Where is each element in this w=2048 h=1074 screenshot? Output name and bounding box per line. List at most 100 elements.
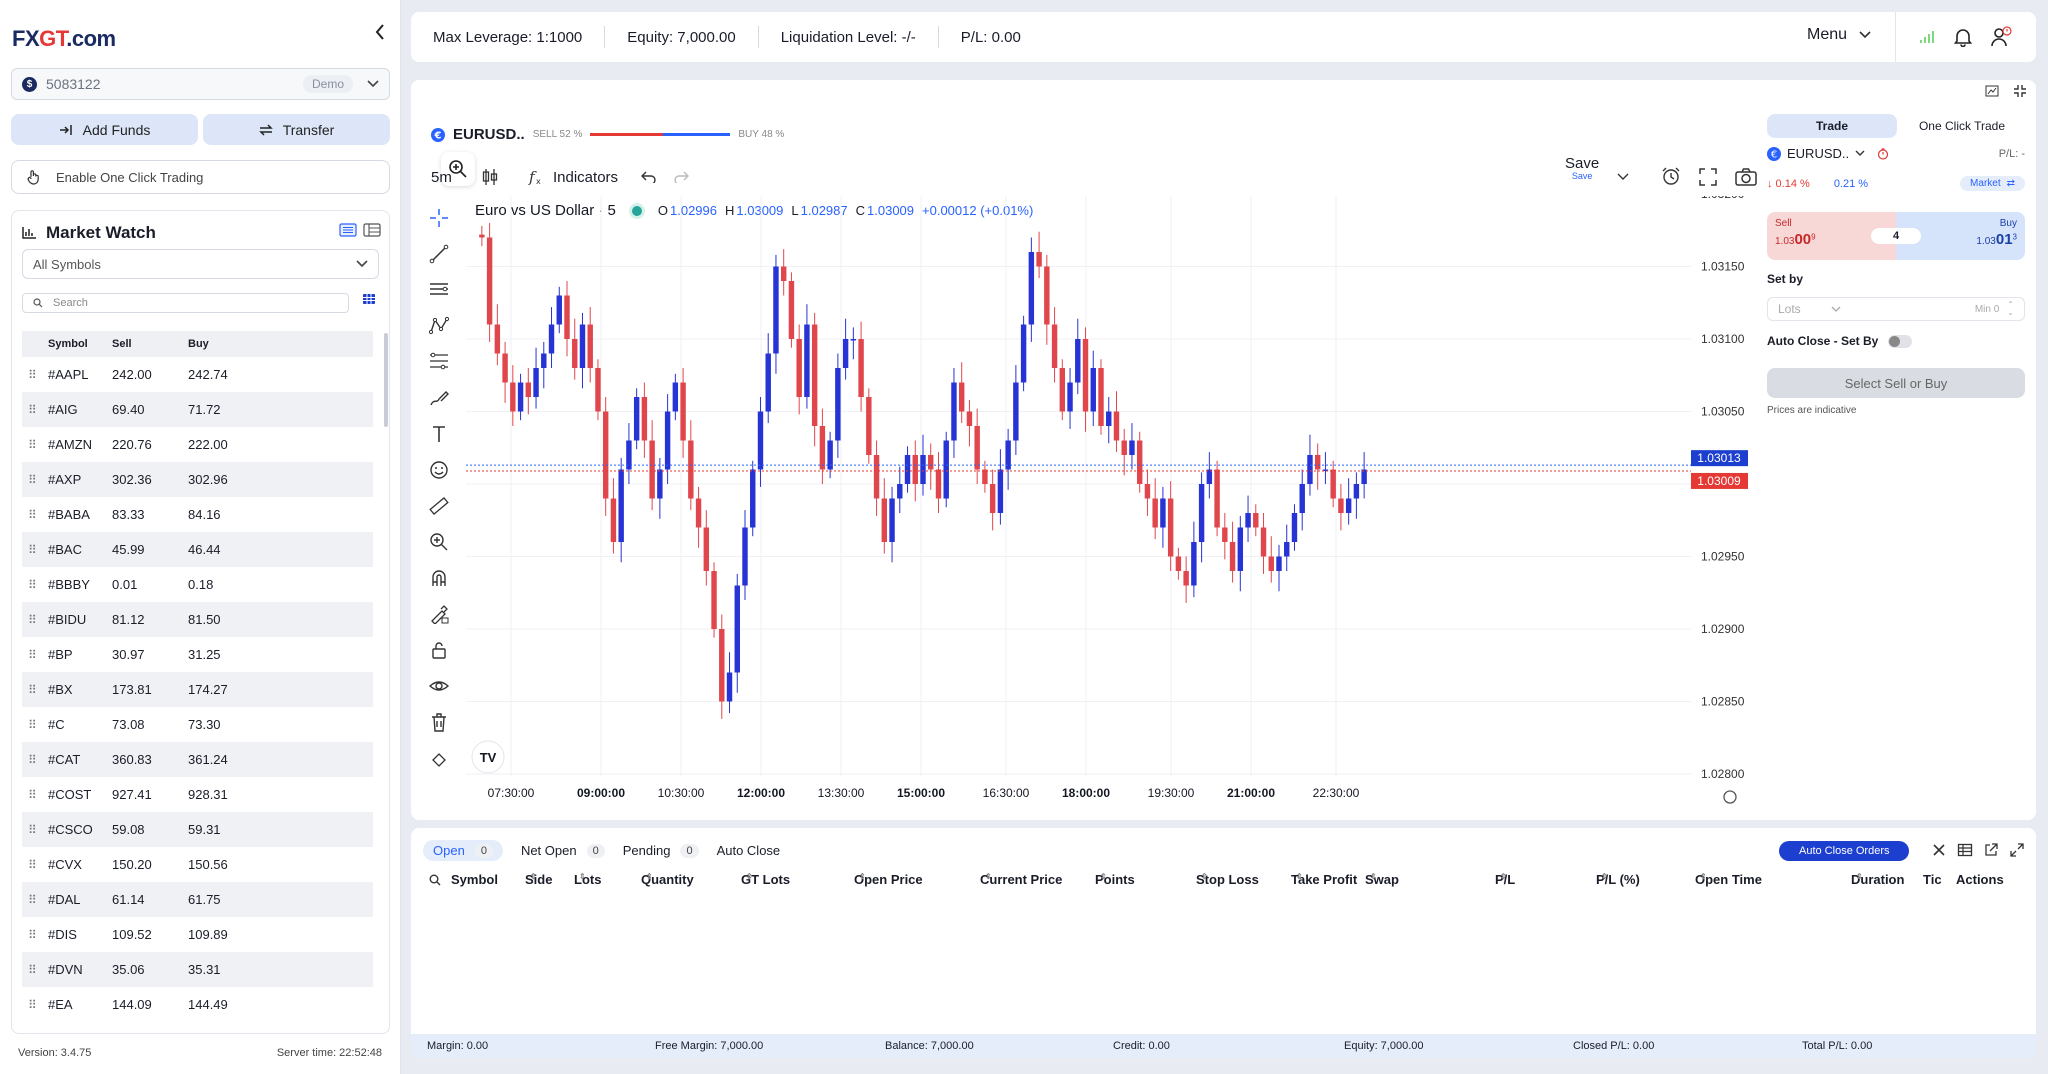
row-sell[interactable]: 45.99: [112, 542, 145, 557]
fib-icon[interactable]: [421, 344, 457, 380]
interval-selector[interactable]: 5m: [431, 169, 452, 186]
one-click-trading-toggle[interactable]: Enable One Click Trading: [11, 160, 390, 194]
row-sell[interactable]: 302.36: [112, 472, 152, 487]
drag-handle-icon[interactable]: ⠿: [22, 753, 46, 767]
fullscreen-icon[interactable]: [1699, 168, 1717, 186]
chart-symbol[interactable]: EURUSD..: [453, 126, 525, 143]
row-sell[interactable]: 173.81: [112, 682, 152, 697]
pattern-icon[interactable]: [421, 308, 457, 344]
row-sell[interactable]: 59.08: [112, 822, 145, 837]
row-sell[interactable]: 30.97: [112, 647, 145, 662]
chevron-down-icon[interactable]: [1617, 173, 1629, 181]
market-watch-row[interactable]: ⠿ #AIG 69.40 71.72: [22, 392, 373, 427]
drag-handle-icon[interactable]: ⠿: [22, 438, 46, 452]
symbol-filter-select[interactable]: All Symbols: [22, 249, 379, 279]
select-sell-or-buy-button[interactable]: Select Sell or Buy: [1767, 368, 2025, 398]
market-watch-row[interactable]: ⠿ #BIDU 81.12 81.50: [22, 602, 373, 637]
row-buy[interactable]: 84.16: [188, 507, 221, 522]
indicators-button[interactable]: f x Indicators: [527, 168, 618, 186]
market-watch-row[interactable]: ⠿ #CSCO 59.08 59.31: [22, 812, 373, 847]
row-sell[interactable]: 69.40: [112, 402, 145, 417]
row-buy[interactable]: 59.31: [188, 822, 221, 837]
drag-handle-icon[interactable]: ⠿: [22, 998, 46, 1012]
market-watch-row[interactable]: ⠿ #DAL 61.14 61.75: [22, 882, 373, 917]
market-watch-row[interactable]: ⠿ #AMZN 220.76 222.00: [22, 427, 373, 462]
candle-type-icon[interactable]: [481, 168, 499, 186]
row-buy[interactable]: 31.25: [188, 647, 221, 662]
tab-one-click-trade[interactable]: One Click Trade: [1897, 114, 2027, 138]
card-view-icon[interactable]: [363, 223, 381, 237]
lock-drawing-icon[interactable]: [421, 596, 457, 632]
row-sell[interactable]: 83.33: [112, 507, 145, 522]
row-sell[interactable]: 109.52: [112, 927, 152, 942]
drag-handle-icon[interactable]: ⠿: [22, 578, 46, 592]
orders-tab[interactable]: Open 0: [423, 840, 503, 861]
market-watch-row[interactable]: ⠿ #DIS 109.52 109.89: [22, 917, 373, 952]
chevron-down-icon[interactable]: [1855, 150, 1865, 157]
trend-line-icon[interactable]: [421, 236, 457, 272]
drag-handle-icon[interactable]: ⠿: [22, 928, 46, 942]
column-sell[interactable]: Sell: [112, 338, 132, 350]
tab-trade[interactable]: Trade: [1767, 114, 1897, 138]
row-buy[interactable]: 302.96: [188, 472, 228, 487]
market-watch-row[interactable]: ⠿ #CAT 360.83 361.24: [22, 742, 373, 777]
lots-selector[interactable]: Lots Min 0 ⌃ ⌄: [1767, 297, 2025, 321]
trade-symbol[interactable]: EURUSD..: [1787, 146, 1849, 161]
row-buy[interactable]: 81.50: [188, 612, 221, 627]
row-sell[interactable]: 61.14: [112, 892, 145, 907]
ruler-icon[interactable]: [421, 488, 457, 524]
market-watch-row[interactable]: ⠿ #AXP 302.36 302.96: [22, 462, 373, 497]
auto-close-orders-button[interactable]: Auto Close Orders: [1779, 841, 1910, 861]
drag-handle-icon[interactable]: ⠿: [22, 858, 46, 872]
row-buy[interactable]: 150.56: [188, 857, 228, 872]
trash-icon[interactable]: [421, 704, 457, 740]
row-buy[interactable]: 928.31: [188, 787, 228, 802]
table-settings-icon[interactable]: [362, 293, 376, 305]
undo-icon[interactable]: [641, 171, 657, 183]
market-watch-row[interactable]: ⠿ #C 73.08 73.30: [22, 707, 373, 742]
row-buy[interactable]: 61.75: [188, 892, 221, 907]
row-sell[interactable]: 927.41: [112, 787, 152, 802]
save-layout-button[interactable]: Save Save: [1565, 156, 1599, 181]
market-watch-row[interactable]: ⠿ #BP 30.97 31.25: [22, 637, 373, 672]
drag-handle-icon[interactable]: ⠿: [22, 473, 46, 487]
row-buy[interactable]: 35.31: [188, 962, 221, 977]
column-symbol[interactable]: Symbol: [48, 338, 88, 350]
drag-handle-icon[interactable]: ⠿: [22, 543, 46, 557]
drag-handle-icon[interactable]: ⠿: [22, 963, 46, 977]
row-sell[interactable]: 0.01: [112, 577, 137, 592]
row-buy[interactable]: 71.72: [188, 402, 221, 417]
row-buy[interactable]: 109.89: [188, 927, 228, 942]
row-sell[interactable]: 73.08: [112, 717, 145, 732]
market-watch-row[interactable]: ⠿ #DVN 35.06 35.31: [22, 952, 373, 987]
user-icon[interactable]: [1990, 26, 2012, 48]
stepper-icon[interactable]: ⌃ ⌄: [2007, 301, 2014, 317]
chevron-left-icon[interactable]: [368, 20, 392, 44]
orders-tab[interactable]: Net Open 0: [521, 843, 605, 858]
external-link-icon[interactable]: [1983, 842, 1999, 858]
drag-handle-icon[interactable]: ⠿: [22, 788, 46, 802]
row-buy[interactable]: 174.27: [188, 682, 228, 697]
market-watch-row[interactable]: ⠿ #EA 144.09 144.49: [22, 987, 373, 1022]
menu-button[interactable]: Menu: [1807, 26, 1871, 44]
emoji-icon[interactable]: [421, 452, 457, 488]
market-watch-row[interactable]: ⠿ #AAPL 242.00 242.74: [22, 357, 373, 392]
drag-handle-icon[interactable]: ⠿: [22, 683, 46, 697]
market-watch-row[interactable]: ⠿ #COST 927.41 928.31: [22, 777, 373, 812]
row-buy[interactable]: 361.24: [188, 752, 228, 767]
camera-icon[interactable]: [1735, 168, 1757, 186]
add-funds-button[interactable]: Add Funds: [11, 114, 198, 145]
row-sell[interactable]: 150.20: [112, 857, 152, 872]
row-sell[interactable]: 144.09: [112, 997, 152, 1012]
magnet-icon[interactable]: [421, 560, 457, 596]
row-sell[interactable]: 81.12: [112, 612, 145, 627]
redo-icon[interactable]: [673, 171, 689, 183]
gear-icon[interactable]: [1723, 790, 1737, 804]
orders-tab[interactable]: Auto Close: [717, 843, 781, 858]
drag-handle-icon[interactable]: ⠿: [22, 368, 46, 382]
symbol-search-input[interactable]: Search: [22, 293, 349, 313]
fxgt-logo[interactable]: FXGT.com: [12, 26, 116, 52]
unlock-icon[interactable]: [421, 632, 457, 668]
list-view-icon[interactable]: [339, 223, 357, 237]
orders-tab[interactable]: Pending 0: [623, 843, 699, 858]
